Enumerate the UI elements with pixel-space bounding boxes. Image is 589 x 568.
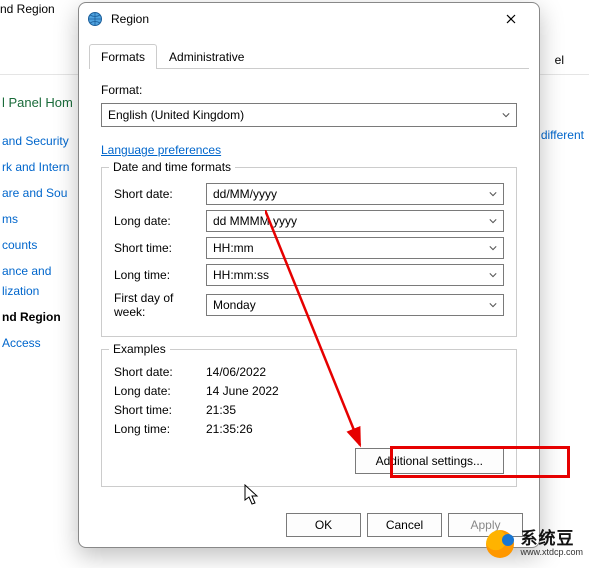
format-label: Format: — [101, 83, 517, 97]
example-long-time-value: 21:35:26 — [206, 422, 253, 436]
date-time-formats-group: Date and time formats Short date: dd/MM/… — [101, 167, 517, 337]
example-long-date-label: Long date: — [114, 384, 206, 398]
tab-administrative[interactable]: Administrative — [157, 44, 256, 69]
format-select[interactable]: English (United Kingdom) — [101, 103, 517, 127]
dialog-title: Region — [111, 12, 491, 26]
example-short-time-label: Short time: — [114, 403, 206, 417]
first-dow-row: First day of week: Monday — [114, 291, 504, 319]
date-time-formats-title: Date and time formats — [109, 160, 235, 174]
long-date-select[interactable]: dd MMMM yyyy — [206, 210, 504, 232]
language-preferences-link[interactable]: Language preferences — [101, 143, 221, 157]
globe-icon — [87, 11, 103, 27]
short-date-label: Short date: — [114, 187, 206, 201]
example-long-time-label: Long time: — [114, 422, 206, 436]
additional-settings-button[interactable]: Additional settings... — [355, 448, 504, 474]
region-dialog: Region Formats Administrative Format: En… — [78, 2, 540, 548]
long-time-row: Long time: HH:mm:ss — [114, 264, 504, 286]
short-date-value: dd/MM/yyyy — [213, 187, 277, 201]
short-time-select[interactable]: HH:mm — [206, 237, 504, 259]
first-dow-label: First day of week: — [114, 291, 206, 319]
watermark-logo-icon — [486, 530, 514, 558]
ok-button[interactable]: OK — [286, 513, 361, 537]
tab-strip: Formats Administrative — [89, 43, 529, 69]
examples-title: Examples — [109, 342, 170, 356]
long-date-row: Long date: dd MMMM yyyy — [114, 210, 504, 232]
long-time-value: HH:mm:ss — [213, 268, 269, 282]
cancel-button[interactable]: Cancel — [367, 513, 442, 537]
example-long-date: Long date: 14 June 2022 — [114, 384, 504, 398]
right-link-fragment[interactable]: different — [541, 128, 584, 142]
example-short-date-label: Short date: — [114, 365, 206, 379]
breadcrumb-fragment: nd Region — [0, 2, 55, 16]
short-date-row: Short date: dd/MM/yyyy — [114, 183, 504, 205]
tab-formats[interactable]: Formats — [89, 44, 157, 69]
right-text-fragment: el — [555, 53, 564, 67]
close-button[interactable] — [491, 5, 531, 33]
long-time-select[interactable]: HH:mm:ss — [206, 264, 504, 286]
short-time-label: Short time: — [114, 241, 206, 255]
short-date-select[interactable]: dd/MM/yyyy — [206, 183, 504, 205]
chevron-down-icon — [489, 244, 497, 252]
long-date-label: Long date: — [114, 214, 206, 228]
watermark-name: 系统豆 — [520, 530, 583, 548]
format-value: English (United Kingdom) — [108, 108, 244, 122]
example-short-date: Short date: 14/06/2022 — [114, 365, 504, 379]
example-long-time: Long time: 21:35:26 — [114, 422, 504, 436]
tab-body: Format: English (United Kingdom) Languag… — [79, 69, 539, 487]
example-long-date-value: 14 June 2022 — [206, 384, 279, 398]
example-short-time: Short time: 21:35 — [114, 403, 504, 417]
watermark-url: www.xtdcp.com — [520, 548, 583, 557]
first-dow-select[interactable]: Monday — [206, 294, 504, 316]
long-date-value: dd MMMM yyyy — [213, 214, 297, 228]
close-icon — [506, 14, 516, 24]
chevron-down-icon — [489, 271, 497, 279]
example-short-time-value: 21:35 — [206, 403, 236, 417]
chevron-down-icon — [489, 217, 497, 225]
example-short-date-value: 14/06/2022 — [206, 365, 266, 379]
long-time-label: Long time: — [114, 268, 206, 282]
short-time-row: Short time: HH:mm — [114, 237, 504, 259]
titlebar[interactable]: Region — [79, 3, 539, 35]
examples-group: Examples Short date: 14/06/2022 Long dat… — [101, 349, 517, 487]
short-time-value: HH:mm — [213, 241, 254, 255]
first-dow-value: Monday — [213, 298, 256, 312]
watermark: 系统豆 www.xtdcp.com — [486, 530, 583, 558]
chevron-down-icon — [489, 190, 497, 198]
chevron-down-icon — [489, 301, 497, 309]
chevron-down-icon — [502, 111, 510, 119]
